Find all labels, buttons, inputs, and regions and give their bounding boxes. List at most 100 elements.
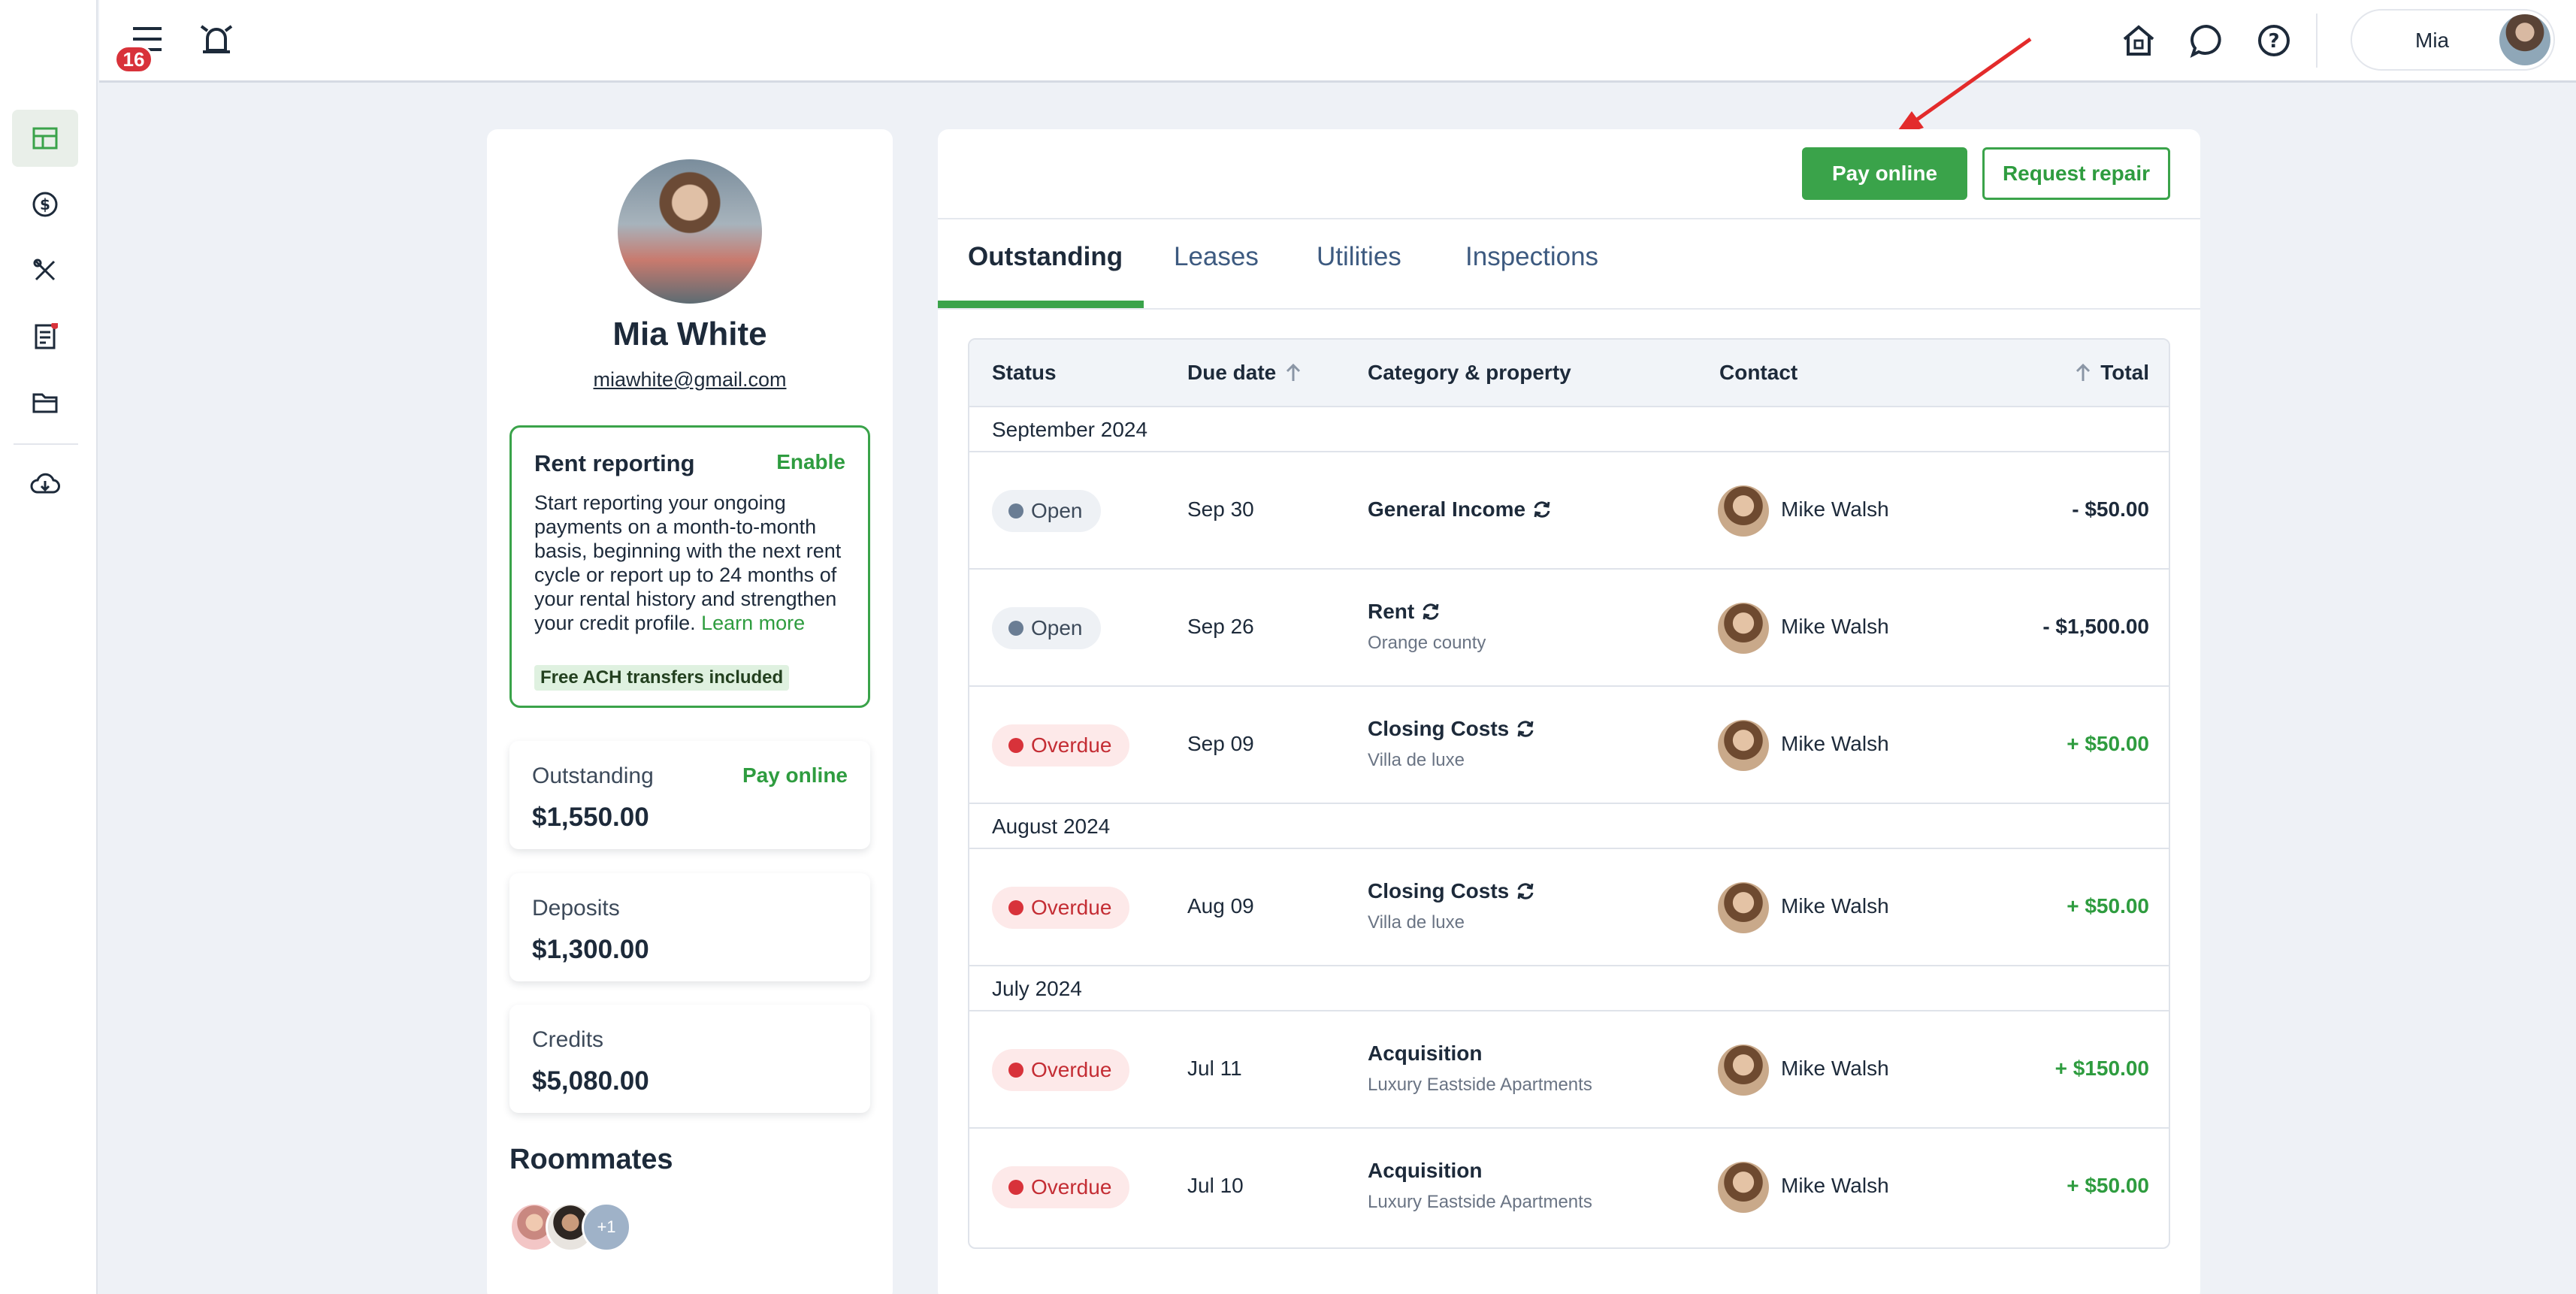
row-total: + $50.00: [2067, 894, 2149, 918]
outstanding-card: Outstanding Pay online $1,550.00: [509, 741, 870, 849]
category: Closing Costs: [1368, 879, 1536, 903]
messages-button[interactable]: [2185, 21, 2227, 60]
profile-avatar: [618, 159, 762, 304]
table-header: Status Due date Category & property Cont…: [969, 340, 2169, 407]
dashboard-icon: [32, 127, 58, 150]
table-row[interactable]: Overdue Sep 09 Closing Costs Villa de lu…: [969, 687, 2169, 804]
contact-avatar: [1718, 1045, 1769, 1096]
notifications-button[interactable]: [195, 20, 237, 62]
sidebar-item-payments[interactable]: $: [12, 176, 78, 233]
column-due-date-label: Due date: [1187, 361, 1277, 384]
notification-count-badge: 16: [114, 45, 153, 74]
contact-name: Mike Walsh: [1781, 894, 1889, 918]
category-text: Closing Costs: [1368, 879, 1510, 902]
column-status[interactable]: Status: [992, 361, 1057, 385]
sidebar-item-documents[interactable]: [12, 308, 78, 365]
credits-value: $5,080.00: [532, 1066, 649, 1096]
pay-online-button[interactable]: Pay online: [1802, 147, 1967, 200]
overdue-clock-icon: [1008, 900, 1023, 915]
learn-more-link[interactable]: Learn more: [701, 612, 805, 634]
tools-icon: [33, 258, 56, 281]
outstanding-pay-online-link[interactable]: Pay online: [742, 763, 848, 788]
group-label: September 2024: [992, 418, 1148, 441]
help-button[interactable]: ?: [2253, 21, 2295, 60]
table-row[interactable]: Overdue Aug 09 Closing Costs Villa de lu…: [969, 849, 2169, 966]
status-dot-icon: [1008, 503, 1023, 519]
recurring-icon: [1517, 721, 1534, 737]
property: Luxury Eastside Apartments: [1368, 1192, 1592, 1212]
row-total: + $50.00: [2067, 732, 2149, 755]
contact-name: Mike Walsh: [1781, 615, 1889, 638]
help-icon: ?: [2258, 25, 2290, 56]
status-badge: Overdue: [992, 1166, 1130, 1208]
category-text: Closing Costs: [1368, 717, 1510, 740]
enable-rent-reporting-button[interactable]: Enable: [776, 450, 845, 474]
row-total: + $150.00: [2054, 1057, 2149, 1080]
group-label: August 2024: [992, 815, 1111, 838]
sidebar-item-files[interactable]: [12, 374, 78, 431]
credits-label: Credits: [532, 1027, 604, 1052]
contact-avatar: [1718, 485, 1769, 537]
column-total-label: Total: [2100, 361, 2149, 384]
deposits-card: Deposits $1,300.00: [509, 873, 870, 981]
column-due-date[interactable]: Due date: [1187, 361, 1302, 385]
row-total: - $1,500.00: [2042, 615, 2149, 638]
status-text: Overdue: [1031, 733, 1112, 757]
row-total: + $50.00: [2067, 1174, 2149, 1197]
contact-name: Mike Walsh: [1781, 497, 1889, 521]
category-text: Acquisition: [1368, 1159, 1483, 1182]
chat-bubble-icon: [2190, 24, 2221, 58]
free-ach-badge: Free ACH transfers included: [534, 665, 790, 691]
group-header: August 2024: [969, 804, 2169, 849]
sort-arrow-up-icon: [2076, 363, 2091, 381]
rent-reporting-card: Rent reporting Enable Start reporting yo…: [509, 425, 870, 708]
sidebar-item-download[interactable]: [12, 455, 78, 512]
overdue-clock-icon: [1008, 738, 1023, 753]
category: Acquisition: [1368, 1042, 1482, 1066]
column-total[interactable]: Total: [2075, 361, 2149, 385]
home-button[interactable]: [2118, 21, 2160, 60]
category: Acquisition: [1368, 1159, 1482, 1183]
tabs-bottom-divider: [938, 308, 2200, 310]
status-text: Overdue: [1031, 1058, 1112, 1081]
tab-outstanding[interactable]: Outstanding: [968, 242, 1123, 272]
category: Rent: [1368, 600, 1441, 624]
sidebar-item-dashboard[interactable]: [12, 110, 78, 167]
table-row[interactable]: Open Sep 26 Rent Orange county Mike Wals…: [969, 570, 2169, 687]
due-date: Sep 09: [1187, 732, 1254, 755]
table-row[interactable]: Overdue Jul 10 Acquisition Luxury Eastsi…: [969, 1129, 2169, 1246]
table-row[interactable]: Overdue Jul 11 Acquisition Luxury Eastsi…: [969, 1011, 2169, 1129]
status-dot-icon: [1008, 621, 1023, 636]
outstanding-label: Outstanding: [532, 763, 654, 788]
contact-name: Mike Walsh: [1781, 732, 1889, 755]
tab-leases[interactable]: Leases: [1174, 242, 1259, 272]
property: Villa de luxe: [1368, 750, 1465, 770]
property: Orange county: [1368, 633, 1486, 653]
svg-text:$: $: [40, 195, 50, 213]
outstanding-value: $1,550.00: [532, 803, 649, 832]
table-row[interactable]: Open Sep 30 General Income Mike Walsh - …: [969, 452, 2169, 570]
roommates-more-badge[interactable]: +1: [582, 1202, 631, 1252]
recurring-icon: [1517, 883, 1534, 899]
row-total: - $50.00: [2072, 497, 2149, 521]
credits-card: Credits $5,080.00: [509, 1005, 870, 1113]
roommates-title: Roommates: [509, 1144, 673, 1175]
request-repair-button[interactable]: Request repair: [1982, 147, 2170, 200]
group-label: July 2024: [992, 977, 1082, 1000]
tab-utilities[interactable]: Utilities: [1317, 242, 1401, 272]
contact-avatar: [1718, 720, 1769, 771]
profile-email-link[interactable]: miawhite@gmail.com: [487, 368, 893, 392]
recurring-icon: [1534, 501, 1550, 518]
user-menu[interactable]: Mia: [2351, 9, 2555, 71]
cloud-download-icon: [30, 473, 60, 494]
overdue-clock-icon: [1008, 1180, 1023, 1195]
column-contact[interactable]: Contact: [1719, 361, 1797, 385]
status-text: Open: [1031, 499, 1083, 522]
tab-inspections[interactable]: Inspections: [1465, 242, 1598, 272]
sidebar-item-maintenance[interactable]: [12, 242, 78, 299]
profile-name: Mia White: [612, 316, 767, 352]
dollar-icon: $: [32, 192, 58, 217]
category: Closing Costs: [1368, 717, 1536, 741]
column-category[interactable]: Category & property: [1368, 361, 1571, 385]
status-badge: Open: [992, 490, 1101, 532]
